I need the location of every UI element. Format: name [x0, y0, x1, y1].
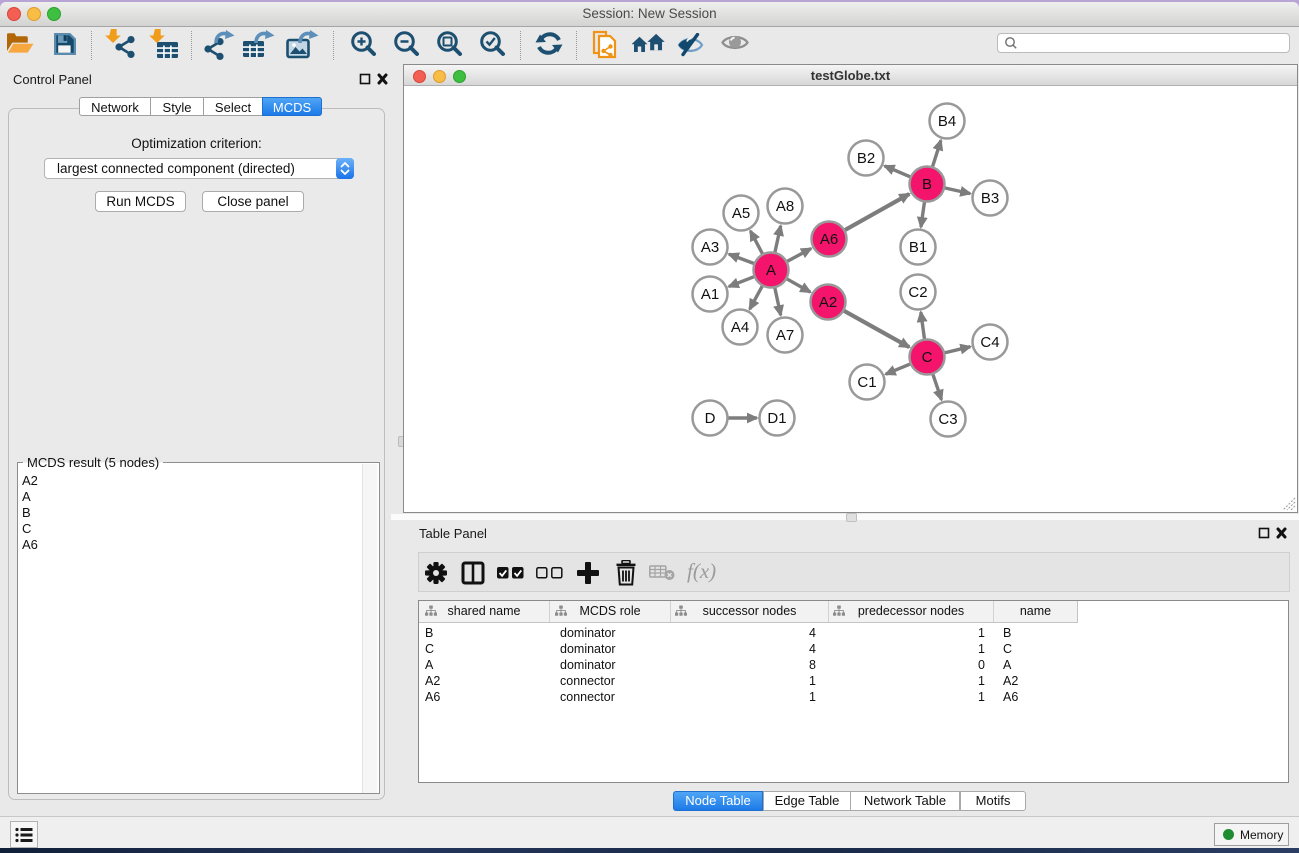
svg-text:A3: A3 — [701, 239, 719, 256]
svg-text:B1: B1 — [909, 239, 927, 256]
svg-text:A8: A8 — [776, 198, 794, 215]
svg-text:C2: C2 — [908, 284, 927, 301]
svg-text:D1: D1 — [767, 410, 786, 427]
svg-text:A6: A6 — [820, 231, 838, 248]
svg-text:A2: A2 — [819, 294, 837, 311]
svg-text:D: D — [705, 410, 716, 427]
svg-text:A7: A7 — [776, 327, 794, 344]
svg-text:B2: B2 — [857, 150, 875, 167]
svg-text:B4: B4 — [938, 113, 956, 130]
svg-text:C1: C1 — [857, 374, 876, 391]
svg-text:B3: B3 — [981, 190, 999, 207]
svg-text:A5: A5 — [732, 205, 750, 222]
svg-text:A: A — [766, 262, 776, 279]
svg-text:A4: A4 — [731, 319, 749, 336]
svg-text:A1: A1 — [701, 286, 719, 303]
svg-text:B: B — [922, 176, 932, 193]
svg-text:C4: C4 — [980, 334, 999, 351]
svg-text:C: C — [922, 349, 933, 366]
svg-text:C3: C3 — [938, 411, 957, 428]
